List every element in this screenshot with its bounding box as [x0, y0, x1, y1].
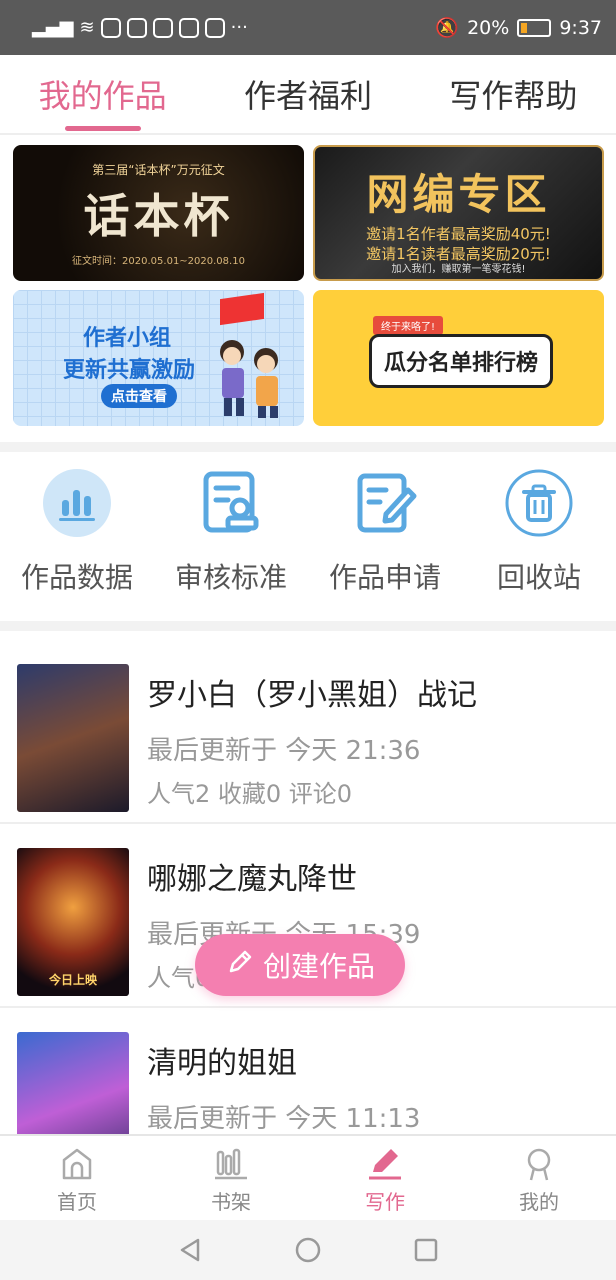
create-work-button[interactable]: 创建作品: [195, 934, 405, 996]
tab-label: 我的作品: [38, 77, 167, 115]
section-divider: [0, 621, 616, 631]
nav-home[interactable]: 首页: [0, 1136, 154, 1220]
works-list: 罗小白（罗小黑姐）战记 最后更新于 今天 21:36 人气2 收藏0 评论0 今…: [0, 640, 616, 1135]
banner-title: 作者小组: [83, 326, 172, 351]
home-circle-icon[interactable]: [294, 1236, 322, 1264]
active-tab-indicator: [64, 126, 141, 131]
section-divider: [0, 442, 616, 452]
create-work-label: 创建作品: [262, 950, 375, 983]
more-notifications-icon: ···: [230, 17, 248, 38]
tool-label: 回收站: [496, 561, 581, 594]
wifi-icon: ≋: [79, 17, 95, 38]
app-notification-icon: [152, 17, 173, 38]
review-standard-icon: [196, 468, 266, 538]
work-cover: [17, 664, 129, 812]
app-notification-icon: [100, 17, 121, 38]
tool-recycle-bin[interactable]: 回收站: [462, 460, 616, 620]
tool-work-application[interactable]: 作品申请: [308, 460, 462, 620]
cover-badge: 今日上映: [48, 973, 97, 987]
banner-line: 邀请1名作者最高奖励40元!: [366, 225, 551, 243]
back-icon[interactable]: [176, 1236, 204, 1264]
list-item[interactable]: 清明的姐姐 最后更新于 今天 11:13: [0, 1008, 616, 1135]
banner-author-group[interactable]: 作者小组 更新共赢激励 点击查看: [13, 290, 304, 426]
system-nav-bar: [0, 1220, 616, 1280]
app-notification-icon: [126, 17, 147, 38]
banner-huaben-cup[interactable]: 第三届“话本杯”万元征文 话本杯 征文时间：2020.05.01~2020.08…: [13, 145, 304, 281]
wechat-icon: [204, 17, 225, 38]
people-illustration: [220, 340, 278, 418]
tab-writing-help[interactable]: 写作帮助: [411, 55, 616, 133]
bar-chart-icon: [42, 468, 112, 538]
tab-label: 作者福利: [243, 77, 372, 115]
signal-icon: ▂▄▆: [32, 17, 74, 38]
tab-my-works[interactable]: 我的作品: [0, 55, 205, 133]
tool-review-standard[interactable]: 审核标准: [154, 460, 308, 620]
battery-percent: 20%: [467, 16, 510, 39]
banner-title: 网编专区: [366, 170, 551, 219]
nav-label: 我的: [519, 1190, 559, 1214]
banner-subtitle: 第三届“话本杯”万元征文: [92, 163, 225, 177]
bottom-nav: 首页 书架 写作 我的: [0, 1134, 616, 1220]
banner-leaderboard[interactable]: 终于来咯了! 瓜分名单排行榜: [313, 290, 604, 426]
banner-title: 瓜分名单排行榜: [369, 334, 554, 388]
nav-write[interactable]: 写作: [308, 1136, 462, 1220]
tab-label: 写作帮助: [449, 77, 578, 115]
pen-icon: [369, 1149, 401, 1180]
list-item[interactable]: 罗小白（罗小黑姐）战记 最后更新于 今天 21:36 人气2 收藏0 评论0: [0, 640, 616, 824]
nav-profile[interactable]: 我的: [462, 1136, 616, 1220]
top-tabs: 我的作品 作者福利 写作帮助: [0, 55, 616, 135]
banner-title: 话本杯: [83, 189, 234, 243]
nav-label: 首页: [57, 1190, 97, 1214]
work-title: 哪娜之魔丸降世: [147, 862, 357, 897]
work-cover: [17, 1032, 129, 1135]
battery-icon: [517, 18, 552, 37]
tool-label: 作品数据: [20, 561, 133, 594]
trash-icon: [504, 468, 574, 538]
clock: 9:37: [559, 16, 602, 39]
nav-bookshelf[interactable]: 书架: [154, 1136, 308, 1220]
nav-label: 写作: [365, 1190, 405, 1214]
bookshelf-icon: [215, 1148, 247, 1180]
profile-icon: [527, 1148, 551, 1181]
work-cover: 今日上映: [17, 848, 129, 996]
pen-icon: [225, 947, 255, 984]
view-button[interactable]: 点击查看: [101, 384, 177, 408]
banner-footer: 加入我们，赚取第一笔零花钱!: [391, 264, 526, 275]
banner-date: 征文时间：2020.05.01~2020.08.10: [72, 256, 245, 267]
work-updated: 最后更新于 今天 11:13: [147, 1104, 421, 1134]
recents-icon[interactable]: [412, 1236, 440, 1264]
banner-editor-zone[interactable]: 网编专区 邀请1名作者最高奖励40元! 邀请1名读者最高奖励20元! 加入我们，…: [313, 145, 604, 281]
work-title: 清明的姐姐: [147, 1046, 297, 1081]
mute-icon: 🔕: [435, 17, 460, 39]
work-title: 罗小白（罗小黑姐）战记: [147, 678, 477, 713]
home-icon: [62, 1148, 92, 1180]
tool-label: 作品申请: [328, 561, 441, 594]
status-bar: ▂▄▆ ≋ ··· 🔕 20% 9:37: [0, 0, 616, 55]
banner-grid: 第三届“话本杯”万元征文 话本杯 征文时间：2020.05.01~2020.08…: [13, 145, 604, 426]
tool-work-data[interactable]: 作品数据: [0, 460, 154, 620]
tool-row: 作品数据 审核标准 作品申请 回收站: [0, 460, 616, 620]
banner-tag: 终于来咯了!: [373, 316, 444, 335]
edit-document-icon: [350, 468, 420, 538]
tool-label: 审核标准: [174, 561, 287, 594]
app-notification-icon: [178, 17, 199, 38]
nav-label: 书架: [211, 1190, 251, 1214]
work-stats: 人气2 收藏0 评论0: [147, 780, 353, 808]
tab-author-benefits[interactable]: 作者福利: [205, 55, 410, 133]
banner-subtitle: 更新共赢激励: [63, 358, 196, 383]
work-updated: 最后更新于 今天 21:36: [147, 736, 421, 766]
